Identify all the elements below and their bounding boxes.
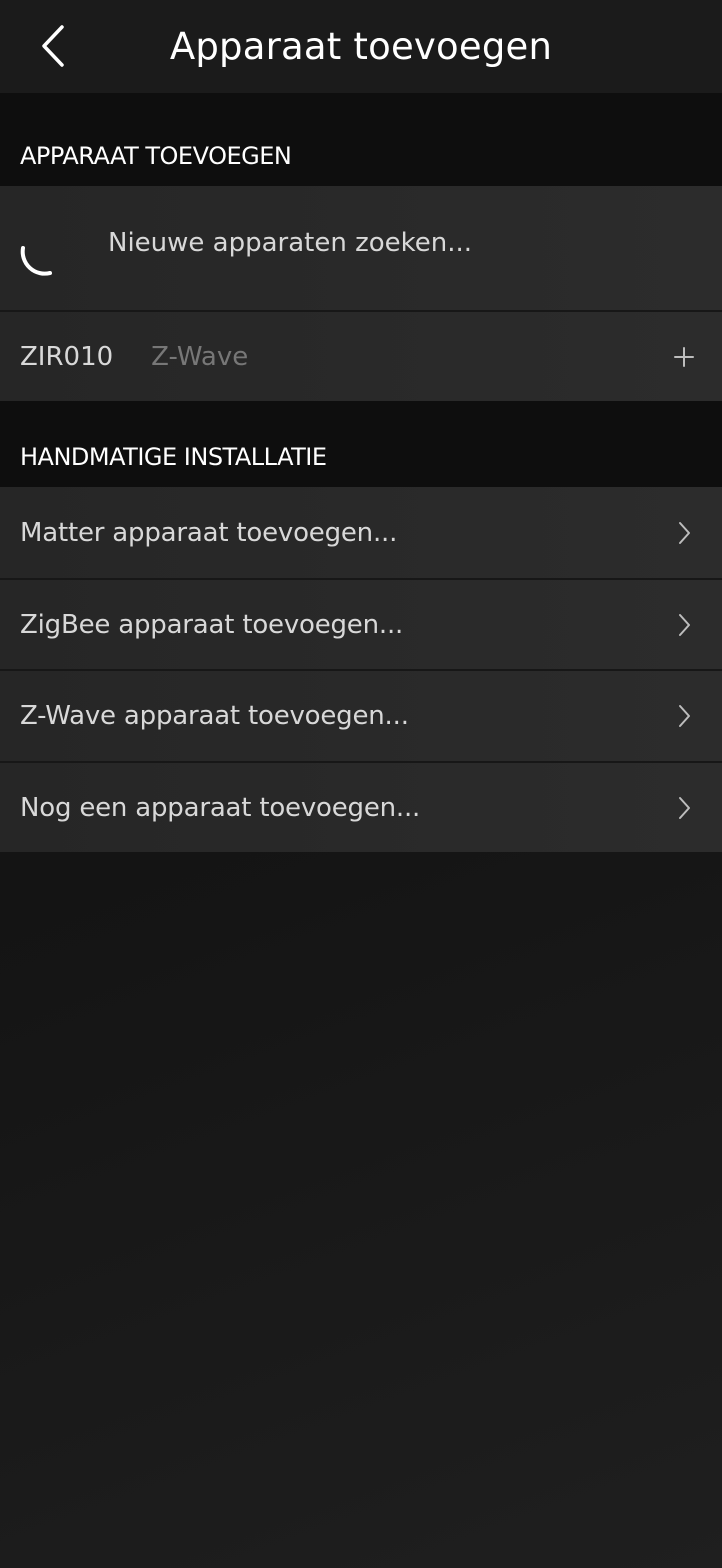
found-device-row[interactable]: ZIR010 Z-Wave [0, 310, 722, 401]
menu-item-label: Z-Wave apparaat toevoegen... [20, 701, 409, 731]
plus-icon[interactable] [672, 345, 696, 369]
menu-item-label: Matter apparaat toevoegen... [20, 517, 398, 548]
menu-item-other-device[interactable]: Nog een apparaat toevoegen... [0, 761, 722, 852]
chevron-right-icon [679, 613, 690, 636]
chevron-right-icon [679, 521, 690, 544]
menu-item-zwave[interactable]: Z-Wave apparaat toevoegen... [0, 669, 722, 761]
page-title: Apparaat toevoegen [169, 25, 553, 68]
menu-item-matter[interactable]: Matter apparaat toevoegen... [0, 487, 722, 578]
chevron-right-icon [679, 796, 690, 819]
section-header-add-device: APPARAAT TOEVOEGEN [0, 93, 722, 186]
search-status-label: Nieuwe apparaten zoeken... [108, 228, 473, 258]
section-title: HANDMATIGE INSTALLATIE [20, 443, 327, 471]
section-title: APPARAAT TOEVOEGEN [20, 142, 292, 170]
menu-item-label: ZigBee apparaat toevoegen... [20, 609, 404, 640]
top-bar: Apparaat toevoegen [0, 0, 722, 93]
loading-spinner-icon [20, 246, 52, 276]
menu-item-zigbee[interactable]: ZigBee apparaat toevoegen... [0, 578, 722, 669]
section-header-manual-installation: HANDMATIGE INSTALLATIE [0, 401, 722, 487]
menu-item-label: Nog een apparaat toevoegen... [20, 792, 421, 823]
chevron-right-icon [679, 705, 690, 727]
device-name: ZIR010 [20, 341, 114, 372]
search-status-row: Nieuwe apparaten zoeken... [0, 186, 722, 310]
device-protocol: Z-Wave [151, 341, 249, 372]
